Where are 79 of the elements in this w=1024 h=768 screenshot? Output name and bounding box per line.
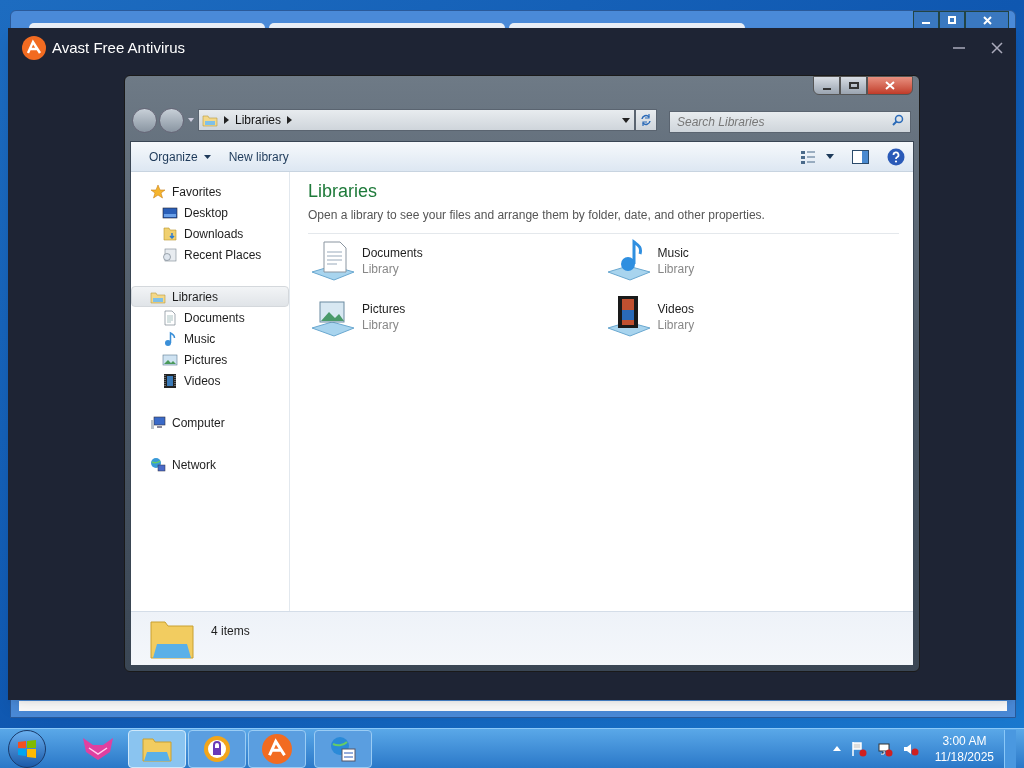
avast-logo-icon bbox=[22, 36, 46, 60]
computer-icon bbox=[150, 414, 166, 431]
library-tile[interactable]: Documents Library bbox=[308, 238, 604, 284]
clock[interactable]: 3:00 AM 11/18/2025 bbox=[934, 732, 994, 765]
breadcrumb-arrow-icon[interactable] bbox=[224, 116, 229, 124]
show-hidden-icons-icon[interactable] bbox=[832, 746, 841, 751]
search-field[interactable]: Search Libraries bbox=[669, 111, 911, 133]
download-folder-icon bbox=[162, 225, 178, 242]
navigation-item[interactable]: Downloads bbox=[131, 223, 289, 244]
navigation-item[interactable]: Desktop bbox=[131, 202, 289, 223]
library-name: Documents bbox=[362, 245, 423, 261]
preview-pane-icon[interactable] bbox=[852, 149, 869, 164]
picture-icon bbox=[162, 351, 178, 368]
library-description: Open a library to see your files and arrange them by folder, date, and other properties. bbox=[308, 206, 899, 234]
library-tile[interactable]: Music Library bbox=[603, 238, 899, 284]
forward-button[interactable] bbox=[159, 107, 184, 133]
help-icon[interactable] bbox=[887, 147, 905, 166]
flag-error-icon[interactable] bbox=[850, 740, 867, 757]
fox-face-icon bbox=[81, 735, 115, 762]
folder-icon bbox=[142, 735, 172, 762]
maximize-button[interactable] bbox=[939, 11, 965, 29]
library-type: Library bbox=[657, 261, 695, 277]
refresh-button[interactable] bbox=[635, 109, 657, 131]
close-icon bbox=[982, 15, 992, 25]
network-error-icon[interactable] bbox=[876, 740, 893, 757]
avast-logo-icon bbox=[262, 733, 292, 764]
globe-checklist-icon bbox=[329, 734, 357, 763]
organize-menu-button[interactable]: Organize bbox=[141, 144, 219, 169]
caret-icon[interactable] bbox=[826, 154, 834, 159]
taskbar-app-button[interactable] bbox=[188, 729, 246, 768]
close-button[interactable] bbox=[965, 11, 1009, 29]
minimize-button[interactable] bbox=[813, 76, 840, 95]
navigation-item[interactable]: Videos bbox=[131, 370, 289, 391]
caret-icon bbox=[203, 154, 211, 159]
globe-icon bbox=[150, 456, 166, 473]
search-icon bbox=[892, 114, 904, 126]
library-type: Library bbox=[657, 317, 695, 333]
navigation-item[interactable]: Pictures bbox=[131, 349, 289, 370]
star-icon bbox=[150, 183, 166, 200]
library-heading: Libraries bbox=[308, 180, 379, 203]
window-title: Avast Free Antivirus bbox=[52, 37, 186, 58]
navigation-item[interactable]: Favorites bbox=[131, 181, 289, 202]
taskbar-app-button[interactable] bbox=[314, 729, 372, 768]
breadcrumb-item[interactable]: Libraries bbox=[235, 111, 282, 129]
navigation-item[interactable]: Network bbox=[131, 454, 289, 475]
taskbar-app-button[interactable] bbox=[248, 729, 306, 768]
padlock-icon bbox=[203, 734, 231, 763]
library-type: Library bbox=[362, 317, 400, 333]
desktop-icon bbox=[162, 204, 178, 221]
navigation-item[interactable]: Music bbox=[131, 328, 289, 349]
close-button[interactable] bbox=[867, 76, 913, 95]
refresh-icon bbox=[640, 114, 652, 126]
film-icon bbox=[162, 372, 178, 389]
minimize-button[interactable] bbox=[913, 11, 939, 29]
navigation-item[interactable]: Documents bbox=[131, 307, 289, 328]
start-button[interactable] bbox=[8, 729, 46, 768]
navigation-item[interactable]: Libraries bbox=[131, 286, 289, 307]
library-name: Pictures bbox=[362, 301, 406, 317]
windows-logo-icon bbox=[17, 738, 37, 759]
view-options-icon[interactable] bbox=[800, 148, 816, 165]
navigation-item[interactable]: Recent Places bbox=[131, 244, 289, 265]
back-button[interactable] bbox=[132, 107, 157, 133]
library-folder-icon bbox=[202, 112, 218, 128]
dropdown-caret-icon[interactable] bbox=[622, 117, 630, 123]
music-note-icon bbox=[162, 330, 178, 347]
library-type: Library bbox=[362, 261, 400, 277]
library-tile[interactable]: Videos Library bbox=[603, 294, 899, 340]
document-icon bbox=[162, 309, 178, 326]
navigation-item[interactable]: Computer bbox=[131, 412, 289, 433]
breadcrumb-arrow-icon[interactable] bbox=[287, 116, 293, 124]
library-name: Music bbox=[657, 245, 690, 261]
library-tile[interactable]: Pictures Library bbox=[308, 294, 604, 340]
item-count: 4 items bbox=[211, 623, 250, 640]
close-icon bbox=[885, 81, 895, 90]
close-icon[interactable] bbox=[990, 41, 1004, 55]
toolbar-button[interactable]: New library bbox=[220, 144, 297, 169]
maximize-button[interactable] bbox=[840, 76, 867, 95]
library-name: Videos bbox=[657, 301, 695, 317]
address-bar[interactable]: Libraries bbox=[198, 109, 635, 131]
